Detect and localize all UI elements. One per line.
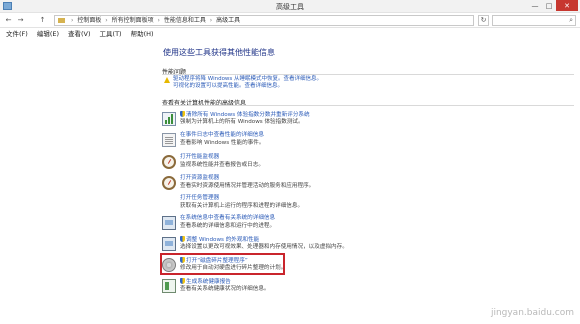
tool-description: 选择设置以更改可视效果、处理器和内存使用情况，以及虚拟内存。: [180, 244, 348, 250]
refresh-icon[interactable]: ↻: [478, 15, 489, 26]
close-button[interactable]: ✕: [556, 0, 578, 11]
tool-item: 生成系统健康报告 查看有关系统健康状况的详细信息。: [162, 278, 462, 296]
divider: [162, 105, 574, 106]
tool-item: 打开资源监视器 查看实时资源使用情况并管理活动的服务和应用程序。: [162, 175, 462, 193]
menu-bar: 文件(F) 编辑(E) 查看(V) 工具(T) 帮助(H): [0, 29, 580, 40]
tool-item: 清除所有 Windows 体验指数分数并重新评分系统 强制为计算机上的所有 Wi…: [162, 111, 462, 129]
breadcrumb-advanced-tools[interactable]: 高级工具: [216, 17, 240, 24]
watermark: jingyan.baidu.com: [490, 308, 574, 318]
menu-edit[interactable]: 编辑(E): [37, 29, 59, 40]
gauge-icon: [162, 176, 176, 190]
system-info-icon: [162, 216, 176, 230]
breadcrumb-separator: ›: [157, 17, 160, 24]
health-report-icon: [162, 279, 176, 293]
tool-link[interactable]: 在系统信息中查看有关系统的详细信息: [180, 215, 275, 222]
tool-link[interactable]: 打开性能监视器: [180, 154, 219, 161]
tool-link[interactable]: 打开任务管理器: [180, 195, 219, 202]
tool-description: 强制为计算机上的所有 Windows 体验指数测试。: [180, 119, 304, 125]
title-bar: 高级工具 — □ ✕: [0, 0, 580, 13]
tool-link[interactable]: 生成系统健康报告: [180, 278, 231, 286]
menu-view[interactable]: 查看(V): [68, 29, 91, 40]
address-bar: ← → ↑ › 控制面板 › 所有控制面板项 › 性能信息和工具 › 高级工具 …: [0, 13, 580, 28]
window-title: 高级工具: [276, 3, 304, 11]
breadcrumb-control-panel[interactable]: 控制面板: [77, 17, 101, 24]
divider: [162, 74, 574, 75]
menu-file[interactable]: 文件(F): [6, 29, 28, 40]
tool-link[interactable]: 打开资源监视器: [180, 175, 219, 182]
tool-item: 打开任务管理器 获取有关计算机上运行的程序和进程的详细信息。: [162, 195, 462, 213]
gauge-icon: [162, 155, 176, 169]
highlight-annotation: [160, 253, 285, 275]
shield-icon: [180, 111, 185, 117]
tool-item: 在事件日志中查看性能的详细信息 查看影响 Windows 性能的事件。: [162, 132, 462, 150]
forward-icon[interactable]: →: [16, 16, 25, 25]
folder-icon: [58, 18, 65, 23]
task-manager-icon: [162, 196, 176, 210]
tool-description: 查看实时资源使用情况并管理活动的服务和应用程序。: [180, 183, 315, 189]
display-settings-icon: [162, 237, 176, 251]
shield-icon: [180, 278, 185, 284]
breadcrumb-separator: ›: [105, 17, 108, 24]
menu-help[interactable]: 帮助(H): [131, 29, 154, 40]
tool-item: 打开性能监视器 监视系统性能并查看报告或日志。: [162, 154, 462, 172]
tool-description: 查看有关系统健康状况的详细信息。: [180, 286, 270, 292]
search-icon[interactable]: ⌕: [569, 16, 573, 25]
back-icon[interactable]: ←: [4, 16, 13, 25]
tool-description: 查看影响 Windows 性能的事件。: [180, 140, 265, 146]
breadcrumb-separator: ›: [71, 17, 74, 24]
breadcrumb-performance[interactable]: 性能信息和工具: [164, 17, 206, 24]
tool-link[interactable]: 调整 Windows 的外观和性能: [180, 236, 259, 244]
window-controls: — □ ✕: [528, 0, 578, 12]
perf-issue-link[interactable]: 可视化的设置可以提高性能。查看详细信息。: [173, 83, 283, 90]
page-title: 使用这些工具获得其他性能信息: [163, 48, 275, 57]
tool-item: 在系统信息中查看有关系统的详细信息 查看系统的详细信息和运行中的进程。: [162, 215, 462, 233]
maximize-button[interactable]: □: [542, 0, 556, 11]
menu-tools[interactable]: 工具(T): [100, 29, 122, 40]
search-input[interactable]: ⌕: [492, 15, 576, 26]
tool-link[interactable]: 清除所有 Windows 体验指数分数并重新评分系统: [180, 111, 310, 119]
tool-item: 调整 Windows 的外观和性能 选择设置以更改可视效果、处理器和内存使用情况…: [162, 236, 462, 254]
breadcrumb-all-items[interactable]: 所有控制面板项: [112, 17, 154, 24]
minimize-button[interactable]: —: [528, 0, 542, 11]
tool-description: 查看系统的详细信息和运行中的进程。: [180, 223, 276, 229]
event-log-icon: [162, 133, 176, 147]
tool-link[interactable]: 在事件日志中查看性能的详细信息: [180, 132, 264, 139]
up-icon[interactable]: ↑: [38, 16, 47, 25]
perf-issue-link[interactable]: 驱动程序将降 Windows 从睡眠模式中恢复。查看详细信息。: [173, 76, 322, 83]
breadcrumb-separator: ›: [209, 17, 213, 24]
warning-icon: [164, 77, 170, 83]
performance-chart-icon: [162, 112, 176, 126]
address-box[interactable]: › 控制面板 › 所有控制面板项 › 性能信息和工具 › 高级工具: [54, 15, 474, 26]
tool-description: 获取有关计算机上运行的程序和进程的详细信息。: [180, 203, 304, 209]
tool-description: 监视系统性能并查看报告或日志。: [180, 162, 264, 168]
shield-icon: [180, 236, 185, 242]
